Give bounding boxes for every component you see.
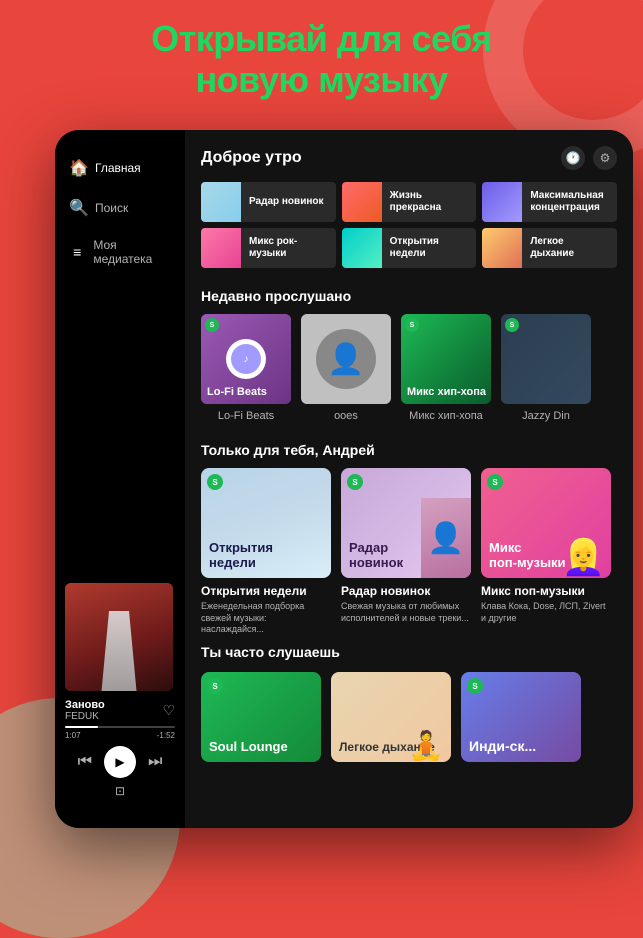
recently-item-ooes[interactable]: 👤 ooes — [301, 314, 391, 422]
quick-pick-max[interactable]: Максимальная концентрация — [482, 182, 617, 222]
quick-pick-img-radar — [201, 182, 241, 222]
often-img-soul: S Soul Lounge — [201, 672, 321, 762]
player-controls: ⏮ ▶ ⏭ — [65, 746, 175, 778]
for-you-img-radar: S Радарновинок 👤 — [341, 468, 471, 578]
for-you-title-radar: Радар новинок — [341, 584, 471, 598]
recently-item-hiphop[interactable]: S Микс хип-хопа Микс хип-хопа — [401, 314, 491, 422]
quick-pick-label-radar: Радар новинок — [241, 196, 332, 208]
for-you-img-discoveries: S Открытиянедели — [201, 468, 331, 578]
for-you-title-disc: Открытия недели — [201, 584, 331, 598]
sidebar-item-home[interactable]: 🏠 Главная — [55, 150, 185, 186]
quick-pick-label-life: Жизнь прекрасна — [382, 190, 477, 214]
soul-lounge-label: Soul Lounge — [209, 740, 288, 754]
recently-label-hiphop: Микс хип-хопа — [401, 410, 491, 422]
for-you-title-pop: Микс поп-музыки — [481, 584, 611, 598]
for-you-card-pop[interactable]: S Микспоп-музыки 👱‍♀️ Микс поп-музыки Кл… — [481, 468, 611, 636]
quick-pick-easy[interactable]: Легкое дыхание — [482, 228, 617, 268]
sidebar-label-search: Поиск — [95, 201, 128, 215]
skip-back-button[interactable]: ⏮ — [78, 753, 92, 771]
for-you-img-pop: S Микспоп-музыки 👱‍♀️ — [481, 468, 611, 578]
time-total: -1:52 — [157, 731, 175, 740]
home-icon: 🏠 — [69, 158, 87, 178]
quick-pick-rock[interactable]: Микс рок-музыки — [201, 228, 336, 268]
often-card-soul[interactable]: S Soul Lounge — [201, 672, 321, 768]
for-you-desc-disc: Еженедельная подборка свежей музыки: нас… — [201, 601, 331, 636]
main-content: Доброе утро 🕐 ⚙ Радар новинок Жизнь прек… — [185, 130, 633, 828]
player-song-title: Заново — [65, 699, 105, 711]
quick-pick-img-easy — [482, 228, 522, 268]
sidebar-item-library[interactable]: ≡ Моя медиатека — [55, 230, 185, 274]
often-img-indie: S Инди-ск... — [461, 672, 581, 762]
progress-fill — [65, 726, 98, 728]
play-button[interactable]: ▶ — [104, 746, 136, 778]
sidebar: 🏠 Главная 🔍 Поиск ≡ Моя медиатека Зано — [55, 130, 185, 828]
player-figure — [94, 611, 144, 691]
recently-img-lofi: ♪ S Lo-Fi Beats — [201, 314, 291, 404]
favorite-icon[interactable]: ♡ — [162, 702, 175, 719]
recently-img-hiphop: S Микс хип-хопа — [401, 314, 491, 404]
recently-item-jazzy[interactable]: S Jazzy Din — [501, 314, 591, 422]
sidebar-nav: 🏠 Главная 🔍 Поиск ≡ Моя медиатека — [55, 150, 185, 274]
quick-pick-img-max — [482, 182, 522, 222]
recently-label-ooes: ooes — [301, 410, 391, 422]
quick-pick-img-open — [342, 228, 382, 268]
library-icon: ≡ — [69, 244, 85, 260]
skip-forward-button[interactable]: ⏭ — [148, 753, 162, 771]
often-title: Ты часто слушаешь — [201, 644, 617, 660]
quick-pick-label-rock: Микс рок-музыки — [241, 236, 336, 260]
recently-item-lofi[interactable]: ♪ S Lo-Fi Beats Lo-Fi Beats — [201, 314, 291, 422]
quick-pick-img-life — [342, 182, 382, 222]
quick-pick-radar[interactable]: Радар новинок — [201, 182, 336, 222]
quick-pick-label-easy: Легкое дыхание — [522, 236, 617, 260]
recently-img-jazzy: S — [501, 314, 591, 404]
header-icons: 🕐 ⚙ — [561, 146, 617, 170]
device-frame: 🏠 Главная 🔍 Поиск ≡ Моя медиатека Зано — [55, 130, 633, 828]
quick-pick-life[interactable]: Жизнь прекрасна — [342, 182, 477, 222]
sidebar-label-library: Моя медиатека — [93, 238, 171, 266]
quick-pick-img-rock — [201, 228, 241, 268]
header-title: Открывай для себя новую музыку — [0, 18, 643, 101]
for-you-desc-radar: Свежая музыка от любимых исполнителей и … — [341, 601, 471, 624]
recently-title: Недавно прослушано — [201, 288, 617, 304]
player-extra: ⊡ — [65, 784, 175, 798]
recently-img-ooes: 👤 — [301, 314, 391, 404]
sidebar-label-home: Главная — [95, 161, 141, 175]
for-you-desc-pop: Клава Кока, Dose, ЛСП, Zivert и другие — [481, 601, 611, 624]
player-progress: 1:07 -1:52 — [65, 726, 175, 740]
header-section: Открывай для себя новую музыку — [0, 18, 643, 101]
search-icon: 🔍 — [69, 198, 87, 218]
for-you-card-discoveries[interactable]: S Открытиянедели Открытия недели Еженеде… — [201, 468, 331, 636]
often-img-light: Легкое дыхание 🧘 — [331, 672, 451, 762]
often-card-indie[interactable]: S Инди-ск... — [461, 672, 581, 768]
player-info: Заново FEDUK ♡ — [65, 699, 175, 722]
for-you-cards: S Открытиянедели Открытия недели Еженеде… — [201, 468, 617, 636]
recently-label-jazzy: Jazzy Din — [501, 410, 591, 422]
player: Заново FEDUK ♡ 1:07 -1:52 ⏮ ▶ ⏭ — [55, 573, 185, 808]
indie-label: Инди-ск... — [469, 739, 536, 754]
often-cards: S Soul Lounge Легкое дыхание 🧘 S — [201, 672, 617, 768]
sidebar-item-search[interactable]: 🔍 Поиск — [55, 190, 185, 226]
quick-picks-grid: Радар новинок Жизнь прекрасна Максимальн… — [201, 182, 617, 268]
for-you-card-radar[interactable]: S Радарновинок 👤 Радар новинок Свежая му… — [341, 468, 471, 636]
player-artist: FEDUK — [65, 711, 105, 722]
quick-pick-label-max: Максимальная концентрация — [522, 190, 617, 214]
greeting-header: Доброе утро 🕐 ⚙ — [201, 146, 617, 170]
player-album-art — [65, 583, 173, 691]
history-icon[interactable]: 🕐 — [561, 146, 585, 170]
greeting-title: Доброе утро — [201, 149, 302, 167]
quick-pick-open[interactable]: Открытия недели — [342, 228, 477, 268]
for-you-title: Только для тебя, Андрей — [201, 442, 617, 458]
recently-played-list: ♪ S Lo-Fi Beats Lo-Fi Beats 👤 ooes — [201, 314, 617, 422]
progress-bar[interactable] — [65, 726, 175, 728]
settings-icon[interactable]: ⚙ — [593, 146, 617, 170]
recently-label-lofi: Lo-Fi Beats — [201, 410, 291, 422]
often-card-light[interactable]: Легкое дыхание 🧘 — [331, 672, 451, 768]
time-current: 1:07 — [65, 731, 81, 740]
progress-times: 1:07 -1:52 — [65, 731, 175, 740]
devices-icon[interactable]: ⊡ — [115, 784, 125, 798]
quick-pick-label-open: Открытия недели — [382, 236, 477, 260]
